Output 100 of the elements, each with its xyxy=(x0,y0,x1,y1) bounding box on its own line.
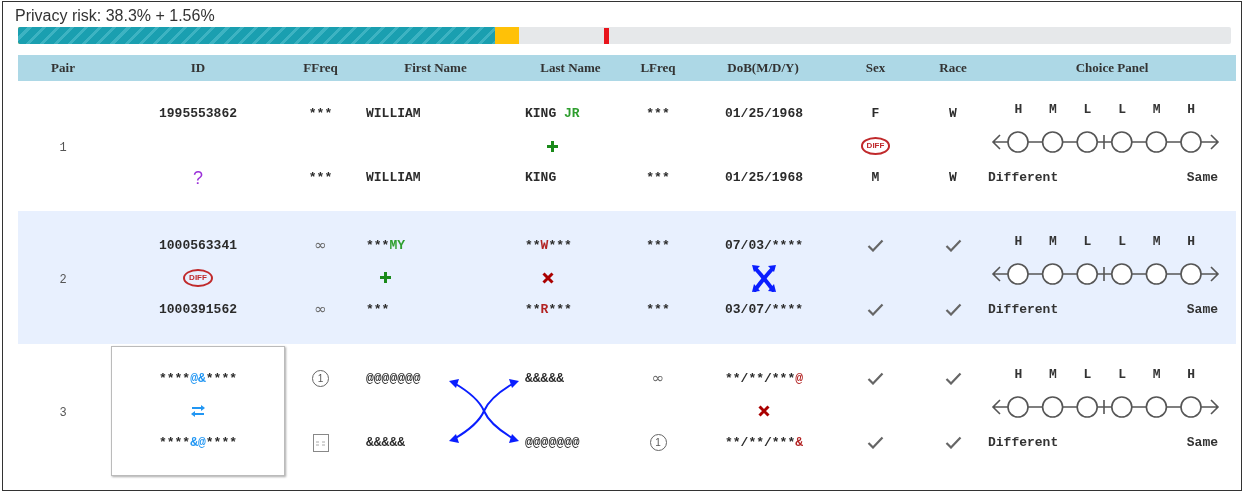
frequency-symbol: ∞ xyxy=(314,235,327,257)
check-icon xyxy=(867,303,884,316)
last-frequency: *** xyxy=(646,105,670,124)
choice-option[interactable] xyxy=(1076,131,1098,153)
check-icon xyxy=(867,436,884,449)
pair-number: 2 xyxy=(59,272,67,287)
choice-option[interactable] xyxy=(1007,395,1029,418)
id-value: ****@&**** xyxy=(158,369,237,388)
calendar-icon xyxy=(312,433,329,452)
level-label: H xyxy=(1013,365,1024,384)
birth-date-value: 07/03/**** xyxy=(725,236,803,255)
level-label: L xyxy=(1117,365,1127,384)
id-card[interactable]: ****@&**** ****&@**** xyxy=(111,345,285,476)
level-label: H xyxy=(1013,232,1024,251)
first-name-value: &&&&& xyxy=(366,433,405,452)
last-name-value: KING xyxy=(525,169,557,188)
choice-option[interactable] xyxy=(1145,395,1168,418)
id-value: ? xyxy=(193,166,203,190)
first-name-value: WILLIAM xyxy=(366,105,421,124)
choice-option[interactable] xyxy=(1145,131,1168,153)
choice-option[interactable] xyxy=(1111,395,1133,418)
choice-option[interactable] xyxy=(1041,262,1064,285)
last-frequency: *** xyxy=(646,300,670,319)
check-icon xyxy=(944,303,962,316)
last-name-value: KING JR xyxy=(525,105,580,124)
choice-option[interactable] xyxy=(1180,262,1202,285)
birth-date-value: 01/25/1968 xyxy=(725,105,803,124)
level-label: H xyxy=(1186,365,1197,384)
check-icon xyxy=(867,239,884,252)
column-header: Race xyxy=(918,55,988,81)
level-label: L xyxy=(1082,365,1093,384)
last-name-value: @@@@@@@ xyxy=(525,433,580,452)
privacy-risk-label: Privacy risk: 38.3% + 1.56% xyxy=(15,6,216,26)
first-frequency: *** xyxy=(308,105,333,124)
last-name-value: **R*** xyxy=(525,300,572,319)
birth-date-value: 03/07/**** xyxy=(725,300,803,319)
choice-option[interactable] xyxy=(1076,262,1098,285)
level-label: M xyxy=(1151,232,1162,251)
choice-option[interactable] xyxy=(1041,131,1064,153)
level-label: H xyxy=(1186,101,1197,120)
choice-option[interactable] xyxy=(1007,262,1029,285)
level-label: M xyxy=(1048,101,1058,120)
sex-value: F xyxy=(871,105,880,124)
last-frequency: *** xyxy=(646,236,670,255)
level-label: M xyxy=(1048,365,1058,384)
scale-end-label: Different xyxy=(988,300,1059,319)
birth-date-value: **/**/***& xyxy=(725,433,804,452)
check-icon xyxy=(944,239,962,252)
choice-option[interactable] xyxy=(1041,395,1064,418)
level-label: H xyxy=(1186,232,1197,251)
column-header: Sex xyxy=(833,55,918,81)
exchange-icon xyxy=(190,404,206,417)
level-label: L xyxy=(1082,101,1093,120)
crossing-arrows-icon xyxy=(448,376,520,445)
plus-icon xyxy=(545,139,559,153)
column-header: First Name xyxy=(353,55,518,81)
column-header: LFreq xyxy=(623,55,693,81)
first-frequency: *** xyxy=(308,169,333,188)
column-header: DoB(M/D/Y) xyxy=(693,55,833,81)
diff-badge: DIFF xyxy=(183,268,213,287)
pair-number: 1 xyxy=(59,141,67,155)
column-header: FFreq xyxy=(288,55,353,81)
choice-option[interactable] xyxy=(1007,131,1029,153)
last-name-value: &&&&& xyxy=(525,369,564,388)
race-value: W xyxy=(949,105,957,124)
level-label: L xyxy=(1117,101,1127,120)
level-label: M xyxy=(1151,101,1162,120)
choice-option[interactable] xyxy=(1180,395,1202,418)
column-header: Choice Panel xyxy=(988,55,1236,81)
frequency-symbol: ∞ xyxy=(651,368,665,390)
sex-value: M xyxy=(871,169,880,188)
pair-number: 3 xyxy=(59,405,67,420)
id-value: 1995553862 xyxy=(159,105,237,124)
choice-option[interactable] xyxy=(1111,262,1133,285)
id-value: 1000563341 xyxy=(159,236,237,255)
column-header: Last Name xyxy=(518,55,623,81)
swap-arrows-icon xyxy=(751,262,777,293)
choice-option[interactable] xyxy=(1145,262,1168,285)
frequency-symbol: ∞ xyxy=(314,299,327,321)
level-label: M xyxy=(1048,232,1058,251)
level-label: H xyxy=(1013,101,1024,120)
level-label: L xyxy=(1082,232,1093,251)
scale-end-label: Same xyxy=(1186,300,1218,319)
first-name-value: *** xyxy=(366,300,390,319)
first-name-value: WILLIAM xyxy=(366,169,421,188)
choice-option[interactable] xyxy=(1076,395,1098,418)
birth-date-value: 01/25/1968 xyxy=(725,169,803,188)
choice-option[interactable] xyxy=(1180,131,1202,153)
choice-option[interactable] xyxy=(1111,131,1133,153)
diff-badge: DIFF xyxy=(860,137,891,155)
scale-end-label: Same xyxy=(1186,433,1218,452)
column-header: ID xyxy=(108,55,288,81)
check-icon xyxy=(867,372,884,385)
id-value: ****&@**** xyxy=(158,433,237,452)
column-header: Pair xyxy=(18,55,108,81)
first-name-value: @@@@@@@ xyxy=(366,369,421,388)
last-name-value: **W*** xyxy=(525,236,572,255)
cross-icon xyxy=(758,404,770,417)
birth-date-value: **/**/***@ xyxy=(725,369,804,388)
first-name-value: ***MY xyxy=(366,236,405,255)
